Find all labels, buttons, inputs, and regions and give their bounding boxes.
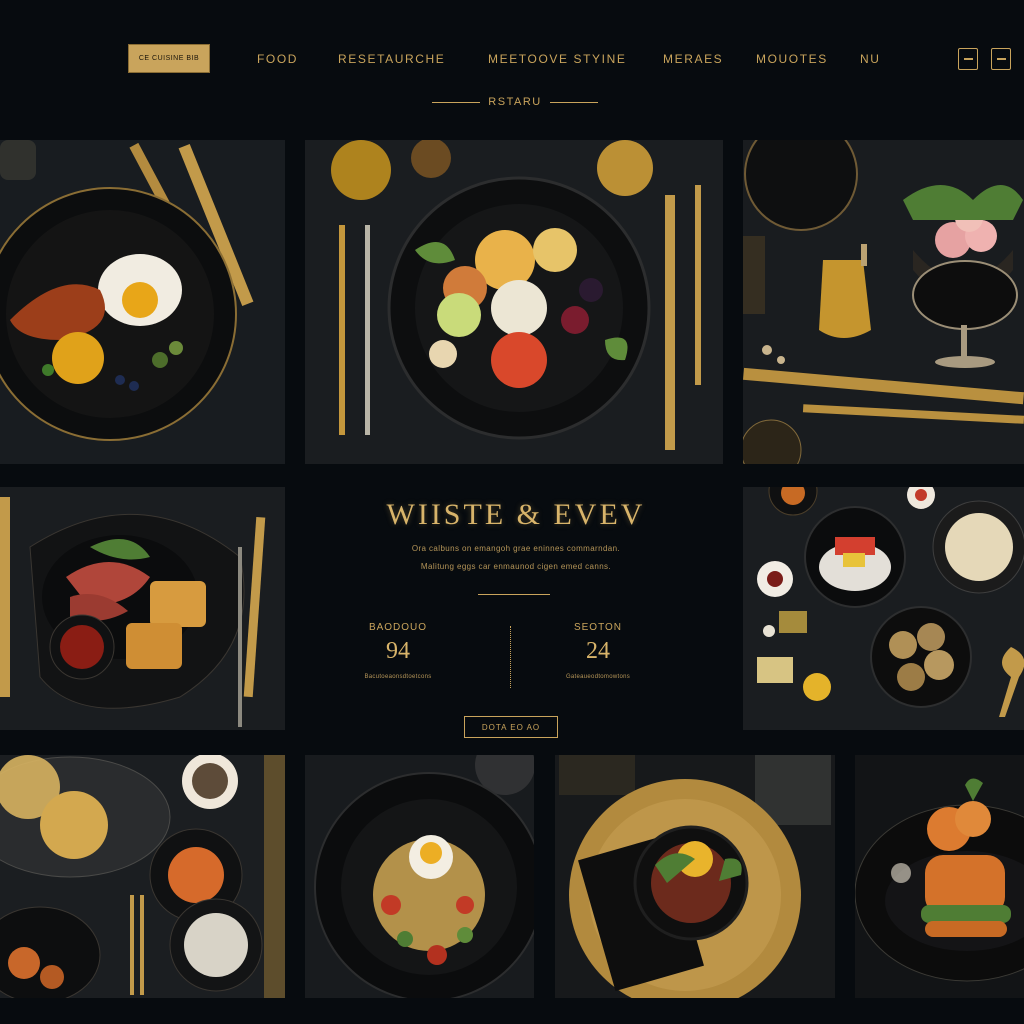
stat-divider — [510, 626, 517, 688]
photo-glazed-tower[interactable] — [855, 755, 1024, 998]
photo-bowl-gold-charger[interactable] — [555, 755, 835, 998]
minus-icon — [963, 58, 973, 60]
nav-item-quotes[interactable]: MOUOTES — [756, 52, 828, 66]
stat-caption-2: Gateaueodtomowtons — [565, 674, 631, 680]
photo-dessert-glass[interactable] — [743, 140, 1024, 464]
stat-label-2: SEOTON — [573, 622, 623, 633]
minimize-button[interactable] — [958, 48, 978, 70]
menu-icon — [996, 58, 1006, 60]
glazed-tower-image — [855, 755, 1024, 998]
photo-noodle-nest[interactable] — [0, 755, 285, 998]
stat-label-1: BAODOUO — [368, 622, 428, 633]
stat-value-2: 24 — [586, 638, 610, 664]
subtitle-text: RSTARU — [488, 96, 542, 108]
section-subtitle: RSTARU — [432, 92, 599, 112]
photo-small-plates[interactable] — [743, 487, 1024, 730]
hero-description-line-1: Ora calbuns on emangoh grae eninnes comm… — [411, 544, 621, 553]
main-salad-image — [305, 140, 723, 464]
photo-steak-plate[interactable] — [0, 487, 285, 730]
nav-item-nu[interactable]: NU — [860, 52, 881, 66]
photo-breakfast-plate[interactable] — [0, 140, 285, 464]
stat-caption-1: Bacutoeaonsdtoetcons — [364, 674, 432, 680]
subtitle-rule-right — [549, 101, 599, 103]
bowl-gold-charger-image — [555, 755, 835, 998]
noodle-nest-image — [0, 755, 285, 998]
hero-divider — [478, 594, 550, 595]
pasta-egg-image — [305, 755, 534, 998]
cta-button[interactable]: DOTA EO AO — [464, 716, 558, 738]
stat-value-1: 94 — [386, 638, 410, 664]
small-plates-image — [743, 487, 1024, 730]
nav-item-food[interactable]: FOOD — [257, 52, 298, 66]
subtitle-rule-left — [432, 101, 481, 103]
nav-item-style[interactable]: MEETOOVE STYINE — [488, 52, 626, 66]
photo-pasta-egg[interactable] — [305, 755, 534, 998]
steak-plate-image — [0, 487, 285, 730]
photo-main-salad[interactable] — [305, 140, 723, 464]
nav-item-menus[interactable]: MERAES — [663, 52, 723, 66]
logo-badge[interactable]: CE CUISINE BIB — [128, 44, 210, 73]
nav-item-restaurant[interactable]: RESETAURCHE — [338, 52, 445, 66]
dessert-glass-image — [743, 140, 1024, 464]
breakfast-plate-image — [0, 140, 285, 464]
menu-button[interactable] — [991, 48, 1011, 70]
hero-description-line-2: Malitung eggs car enmaunod cigen emed ca… — [420, 562, 612, 571]
hero-headline: WIISTE & EVEV — [386, 498, 646, 531]
hero-panel: WIISTE & EVEV Ora calbuns on emangoh gra… — [288, 466, 744, 752]
